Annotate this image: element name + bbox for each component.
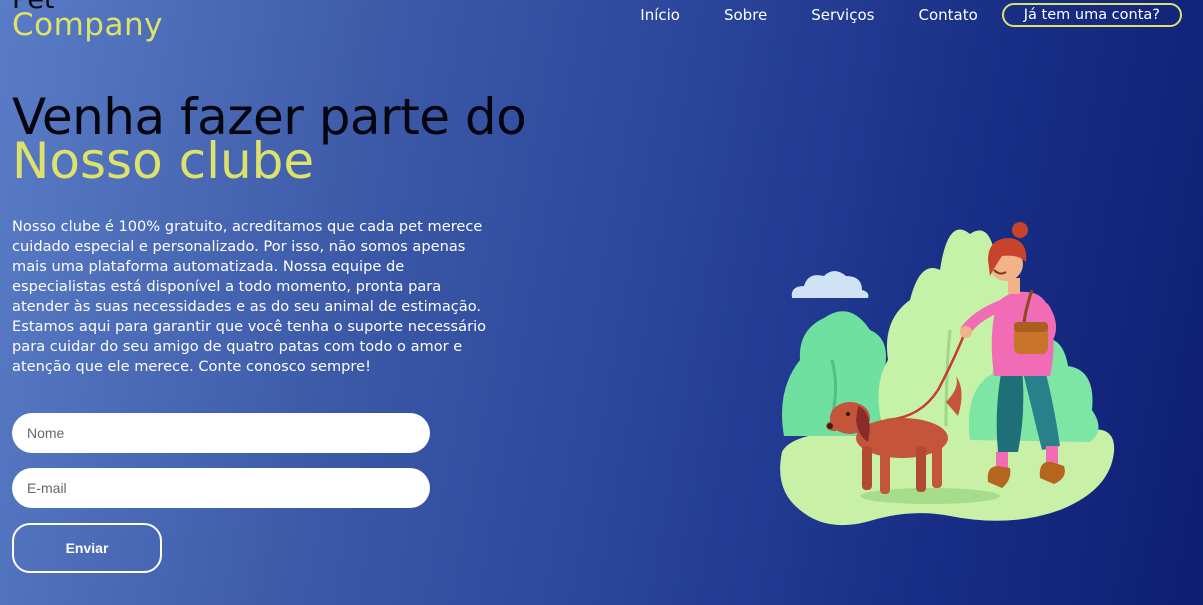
cloud-icon [791,271,869,298]
nav-item-inicio[interactable]: Início [640,6,680,24]
nav-item-servicos[interactable]: Serviços [811,6,874,24]
email-input[interactable] [12,468,430,508]
brand-logo[interactable]: Pet Company [12,0,163,41]
name-input[interactable] [12,413,430,453]
main-nav: Início Sobre Serviços Contato Já tem uma… [640,3,1182,27]
hero-title: Venha fazer parte do Nosso clube [12,92,527,186]
account-login-button[interactable]: Já tem uma conta? [1001,3,1182,27]
submit-button[interactable]: Enviar [12,523,162,573]
nav-item-contato[interactable]: Contato [918,6,977,24]
hero-description: Nosso clube é 100% gratuito, acreditamos… [12,218,487,375]
woman-walking-dog-illustration [780,222,1115,526]
nav-item-sobre[interactable]: Sobre [724,6,767,24]
brand-logo-line2: Company [12,7,163,43]
